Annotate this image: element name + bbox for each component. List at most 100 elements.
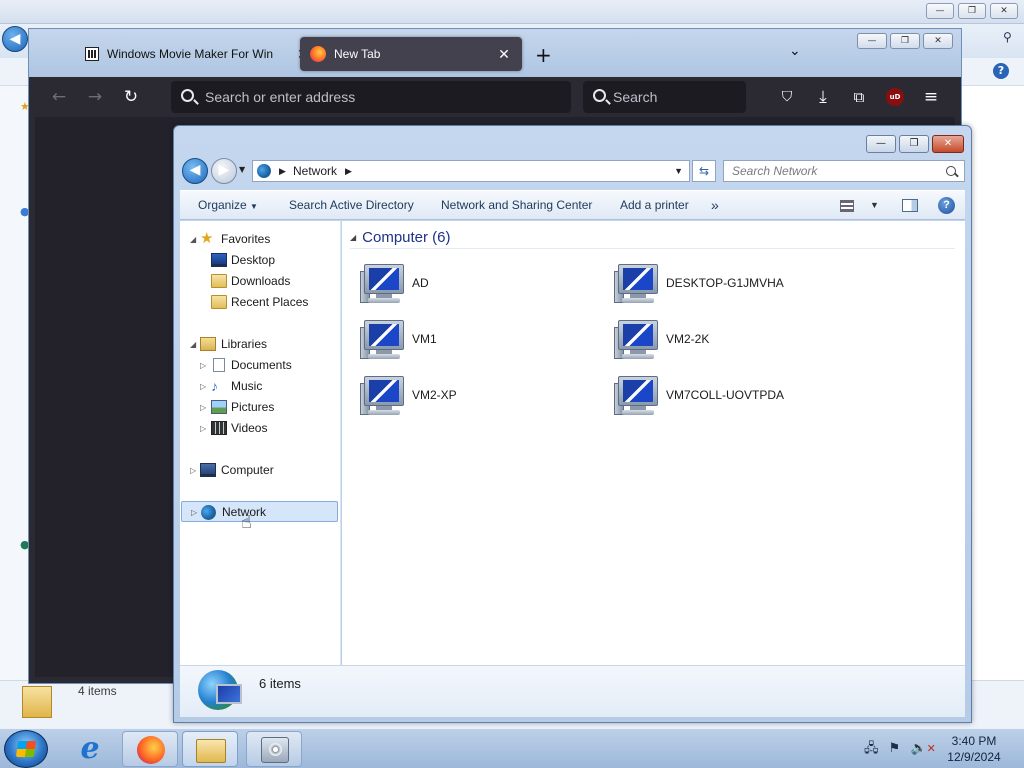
- add-printer-button[interactable]: Add a printer: [620, 191, 689, 221]
- music-icon: ♪: [211, 378, 218, 394]
- address-bar[interactable]: ▶ Network ▶ ▼: [252, 160, 690, 182]
- expand-triangle-icon[interactable]: ▷: [200, 418, 206, 439]
- computer-item[interactable]: VM7COLL-UOVTPDA: [614, 375, 854, 421]
- volume-muted-icon[interactable]: 🔈✕: [910, 741, 935, 756]
- pocket-icon[interactable]: ⛉: [775, 85, 799, 109]
- new-tab-plus-icon[interactable]: +: [535, 43, 552, 67]
- nav-item-recent-places[interactable]: Recent Places: [180, 292, 339, 313]
- background-close-button[interactable]: ✕: [990, 3, 1018, 19]
- tab-new-tab[interactable]: New Tab ✕: [300, 37, 522, 71]
- minimize-button[interactable]: —: [866, 135, 896, 153]
- search-network-input[interactable]: Search Network: [723, 160, 965, 182]
- collapse-triangle-icon[interactable]: ◢: [190, 334, 196, 355]
- computer-icon: [360, 263, 406, 307]
- computer-icon: [614, 263, 660, 307]
- start-button[interactable]: [4, 730, 48, 768]
- nav-item-documents[interactable]: ▷ Documents: [180, 355, 339, 376]
- videos-icon: [211, 421, 227, 435]
- computer-item[interactable]: VM1: [360, 319, 600, 365]
- expand-triangle-icon[interactable]: ▷: [200, 376, 206, 397]
- extensions-icon[interactable]: ⧉: [847, 85, 871, 109]
- pictures-icon: [211, 400, 227, 414]
- command-bar: Organize ▼ Search Active Directory Netwo…: [180, 190, 965, 220]
- clock-time: 3:40 PM: [951, 734, 997, 748]
- firefox-search-box[interactable]: Search: [583, 81, 746, 113]
- background-search-icon[interactable]: ⚲: [1003, 30, 1012, 44]
- nav-item-videos[interactable]: ▷ Videos: [180, 418, 339, 439]
- address-dropdown-chevron-down-icon[interactable]: ▼: [674, 161, 683, 181]
- clock[interactable]: 3:40 PM 12/9/2024: [942, 733, 1006, 765]
- background-help-icon[interactable]: ?: [993, 63, 1009, 79]
- forward-arrow-icon[interactable]: →: [83, 85, 107, 109]
- forward-button[interactable]: ▶: [211, 158, 237, 184]
- view-options-chevron-down-icon[interactable]: ▼: [870, 191, 879, 219]
- nav-item-downloads[interactable]: Downloads: [180, 271, 339, 292]
- system-tray: 🖧 ⚑ 🔈✕: [864, 739, 936, 761]
- back-arrow-icon[interactable]: ←: [47, 85, 71, 109]
- tab-list-chevron-down-icon[interactable]: ⌄: [789, 43, 801, 59]
- background-back-button[interactable]: ◀: [2, 26, 28, 52]
- back-button[interactable]: ◀: [182, 158, 208, 184]
- taskbar-movie-maker[interactable]: [246, 731, 302, 767]
- background-folder-icon: [22, 686, 52, 718]
- nav-item-pictures[interactable]: ▷ Pictures: [180, 397, 339, 418]
- taskbar-windows-explorer[interactable]: [182, 731, 238, 767]
- network-sharing-center-button[interactable]: Network and Sharing Center: [441, 191, 592, 221]
- more-commands-chevron-icon[interactable]: »: [711, 191, 719, 221]
- search-icon[interactable]: [946, 166, 956, 176]
- expand-triangle-icon[interactable]: ▷: [191, 502, 197, 523]
- firefox-close-button[interactable]: ✕: [923, 33, 953, 49]
- tab-windows-movie-maker[interactable]: Windows Movie Maker For Win ✕: [75, 37, 321, 71]
- ublock-origin-icon[interactable]: uD: [886, 88, 904, 106]
- computer-item[interactable]: DESKTOP-G1JMVHA: [614, 263, 854, 309]
- breadcrumb-chevron-right-icon[interactable]: ▶: [345, 161, 352, 181]
- url-bar[interactable]: Search or enter address: [171, 81, 571, 113]
- nav-item-network[interactable]: ▷ Network: [181, 501, 338, 522]
- nav-item-music[interactable]: ▷ ♪ Music: [180, 376, 339, 397]
- firefox-favicon-icon: [310, 46, 326, 62]
- taskbar-internet-explorer[interactable]: e: [62, 731, 118, 767]
- network-icon: [201, 505, 216, 520]
- change-view-icon[interactable]: [840, 200, 854, 212]
- recent-pages-chevron-down-icon[interactable]: ▼: [239, 165, 245, 174]
- nav-item-desktop[interactable]: Desktop: [180, 250, 339, 271]
- preview-pane-icon[interactable]: [902, 199, 918, 212]
- breadcrumb-chevron-right-icon[interactable]: ▶: [279, 161, 286, 181]
- reload-icon[interactable]: ↻: [119, 85, 143, 109]
- collapse-triangle-icon[interactable]: ◢: [190, 229, 196, 250]
- group-header-computer[interactable]: ◢ Computer (6): [350, 227, 955, 249]
- organize-button[interactable]: Organize ▼: [198, 191, 258, 221]
- tab-close-icon[interactable]: ✕: [496, 46, 512, 63]
- network-tray-icon[interactable]: 🖧: [864, 741, 879, 756]
- help-icon[interactable]: ?: [938, 197, 955, 214]
- nav-item-libraries[interactable]: ◢ Libraries: [180, 334, 339, 355]
- refresh-icon[interactable]: ⇆: [692, 160, 716, 182]
- background-minimize-button[interactable]: —: [926, 3, 954, 19]
- firefox-minimize-button[interactable]: —: [857, 33, 887, 49]
- nav-label: Documents: [231, 358, 292, 372]
- background-restore-button[interactable]: ❐: [958, 3, 986, 19]
- expand-triangle-icon[interactable]: ▷: [200, 355, 206, 376]
- download-icon[interactable]: ⤓: [811, 85, 835, 109]
- restore-button[interactable]: ❐: [899, 135, 929, 153]
- firefox-restore-button[interactable]: ❐: [890, 33, 920, 49]
- nav-item-favorites[interactable]: ◢ ★ Favorites: [180, 229, 339, 250]
- computer-item[interactable]: VM2-XP: [360, 375, 600, 421]
- star-icon: ★: [200, 230, 214, 247]
- firefox-tab-strip: Windows Movie Maker For Win ✕ New Tab ✕ …: [29, 29, 961, 77]
- computer-item[interactable]: AD: [360, 263, 600, 309]
- computer-icon: [614, 375, 660, 419]
- nav-item-computer[interactable]: ▷ Computer: [180, 460, 339, 481]
- movie-maker-icon: [261, 737, 289, 763]
- close-button[interactable]: ✕: [932, 135, 964, 153]
- expand-triangle-icon[interactable]: ▷: [190, 460, 196, 481]
- taskbar-firefox[interactable]: [122, 731, 178, 767]
- hamburger-menu-icon[interactable]: ≡: [919, 85, 943, 109]
- breadcrumb-network[interactable]: Network: [293, 161, 337, 181]
- expand-triangle-icon[interactable]: ▷: [200, 397, 206, 418]
- computer-item[interactable]: VM2-2K: [614, 319, 854, 365]
- details-pane: 6 items: [180, 665, 965, 717]
- action-center-flag-icon[interactable]: ⚑: [889, 741, 901, 756]
- collapse-triangle-icon[interactable]: ◢: [350, 233, 356, 242]
- search-active-directory-button[interactable]: Search Active Directory: [289, 191, 414, 221]
